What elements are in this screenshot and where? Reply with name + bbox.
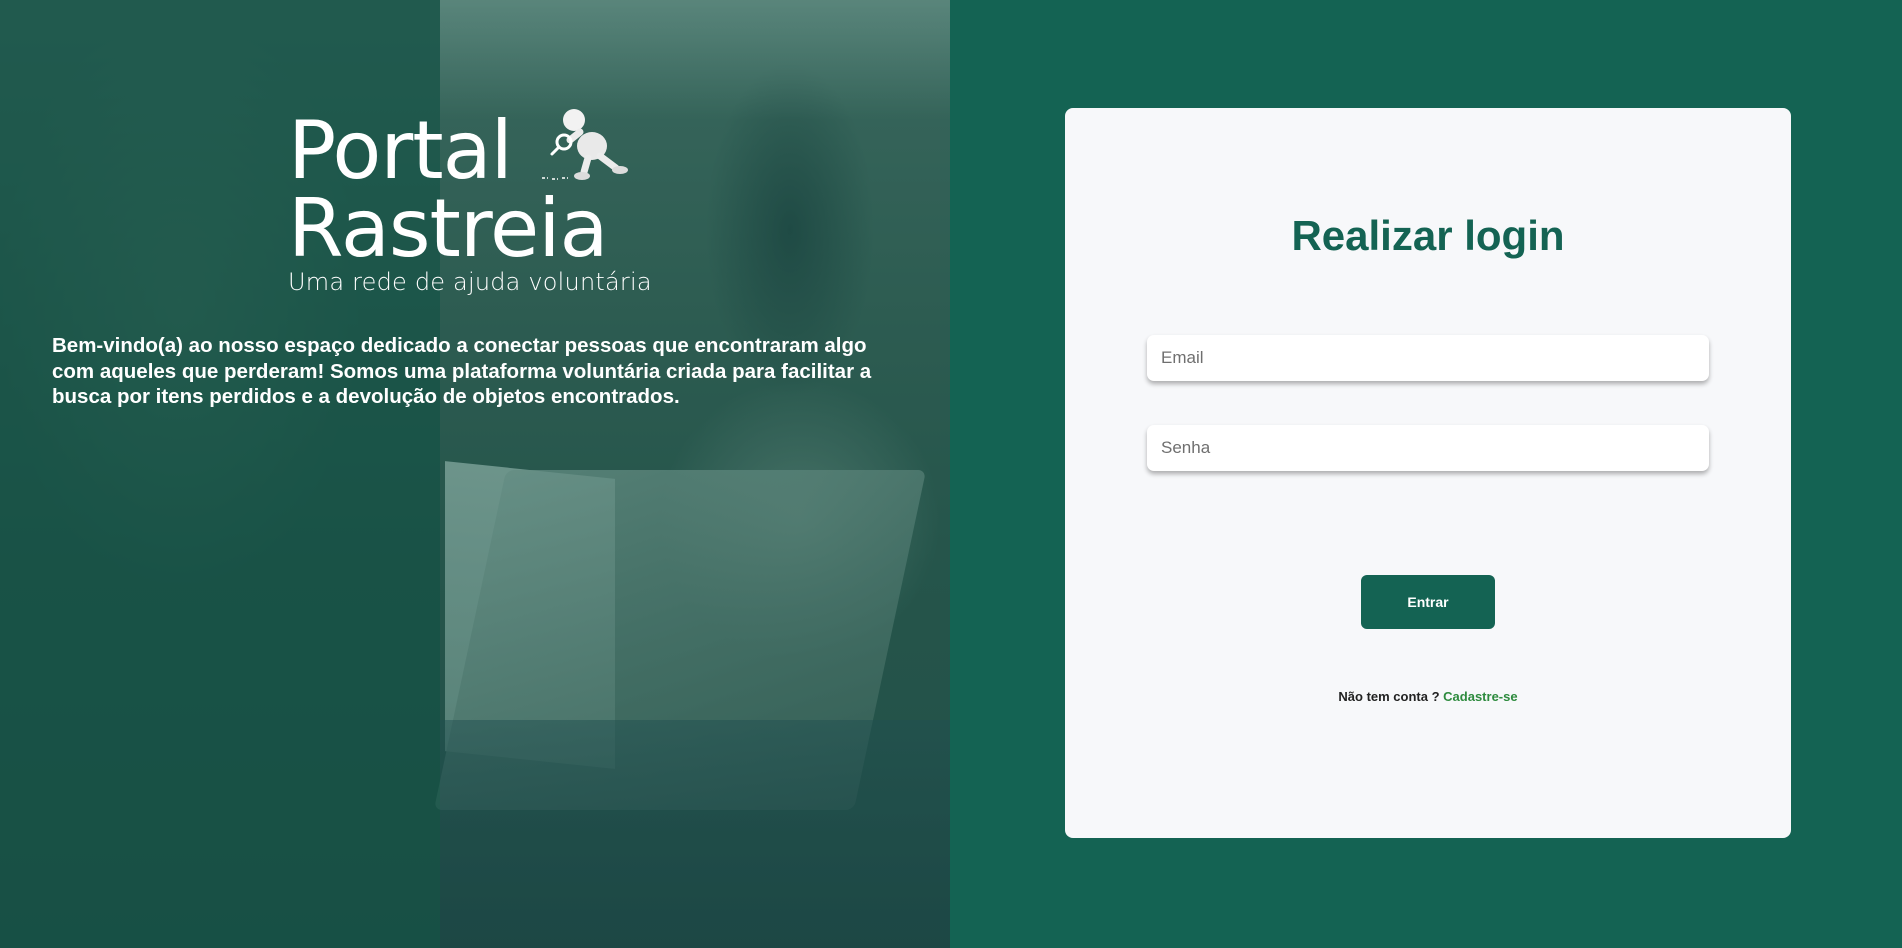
login-page: Portal Rastreia Uma rede de ajuda volunt… [0, 0, 1902, 948]
password-field[interactable] [1147, 425, 1709, 471]
brand-tagline: Uma rede de ajuda voluntária [288, 268, 652, 296]
no-account-text: Não tem conta ? [1338, 689, 1444, 704]
login-button[interactable]: Entrar [1361, 575, 1495, 629]
brand-name-line2: Rastreia [288, 182, 608, 275]
signup-link[interactable]: Cadastre-se [1443, 689, 1517, 704]
login-card: Realizar login [1065, 108, 1791, 838]
intro-text: Bem-vindo(a) ao nosso espaço dedicado a … [52, 334, 872, 408]
signup-prompt: Não tem conta ? Cadastre-se [1065, 689, 1791, 704]
email-field[interactable] [1147, 335, 1709, 381]
hero-panel: Portal Rastreia Uma rede de ajuda volunt… [0, 0, 950, 948]
login-title: Realizar login [1291, 212, 1565, 259]
detective-magnifier-icon [542, 109, 628, 180]
